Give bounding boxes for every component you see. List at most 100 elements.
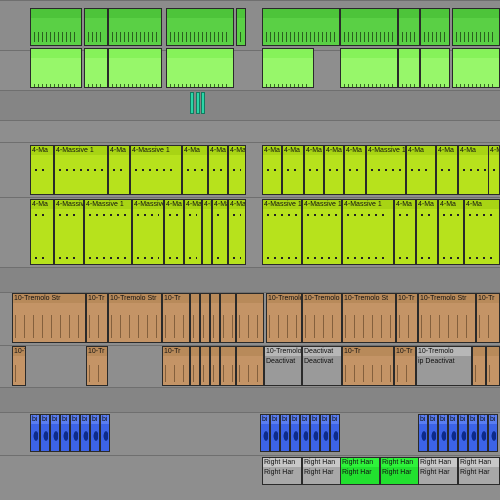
massive-clip[interactable]: 4-Ma: [324, 145, 344, 195]
drum-clip[interactable]: bi: [448, 414, 458, 452]
synth-clip[interactable]: [108, 48, 162, 88]
massive-clip[interactable]: 4-Ma: [416, 199, 438, 265]
tremolo-clip[interactable]: 10-Tremolo Str: [12, 293, 86, 343]
tremolo-clip[interactable]: 10-Tr: [86, 346, 108, 386]
drum-clip[interactable]: bi: [40, 414, 50, 452]
right-hand-clip[interactable]: Right Han Right Har: [380, 457, 420, 485]
synth-clip[interactable]: [398, 48, 420, 88]
teal-clip[interactable]: [201, 92, 205, 114]
tremolo-clip[interactable]: 10-Tr: [476, 293, 500, 343]
drum-clip[interactable]: bi: [300, 414, 310, 452]
synth-clip[interactable]: [452, 48, 500, 88]
massive-clip[interactable]: 4-Ma: [282, 145, 304, 195]
massive-clip[interactable]: 4-Massive 1: [54, 199, 84, 265]
tremolo-clip[interactable]: [236, 346, 264, 386]
tremolo-clip[interactable]: 10-Tremolo: [302, 293, 342, 343]
drum-clip[interactable]: bi: [260, 414, 270, 452]
drum-clip[interactable]: bi: [80, 414, 90, 452]
drum-clip[interactable]: bi: [100, 414, 110, 452]
synth-clip[interactable]: [84, 8, 108, 46]
right-hand-clip[interactable]: Right Han Right Har: [302, 457, 342, 485]
tremolo-clip[interactable]: 10-Tr: [12, 346, 26, 386]
synth-clip[interactable]: [340, 8, 398, 46]
massive-clip[interactable]: 4-Ma: [202, 199, 212, 265]
synth-clip[interactable]: [262, 48, 314, 88]
massive-clip[interactable]: 4-Ma: [184, 199, 202, 265]
massive-clip[interactable]: 4-Massive 1: [262, 199, 302, 265]
synth-clip[interactable]: [452, 8, 500, 46]
deactivated-clip[interactable]: 10-Tremolo ip Deactivat: [416, 346, 472, 386]
drum-clip[interactable]: bi: [90, 414, 100, 452]
drum-clip[interactable]: bi: [280, 414, 290, 452]
right-hand-clip[interactable]: Right Han Right Har: [458, 457, 500, 485]
massive-clip[interactable]: 4-Ma: [406, 145, 436, 195]
synth-clip[interactable]: [236, 8, 246, 46]
drum-clip[interactable]: bi: [310, 414, 320, 452]
massive-clip[interactable]: 4-Massive 1: [302, 199, 342, 265]
tremolo-clip[interactable]: 10-Tremolo: [266, 293, 302, 343]
drum-clip[interactable]: bi: [70, 414, 80, 452]
massive-clip[interactable]: 4-Ma: [164, 199, 184, 265]
massive-clip[interactable]: 4-Ma: [344, 145, 366, 195]
tremolo-clip[interactable]: [210, 346, 220, 386]
massive-clip[interactable]: 4-Massive 1: [84, 199, 132, 265]
massive-clip[interactable]: 4-Massive 1: [54, 145, 108, 195]
drum-clip[interactable]: bi: [60, 414, 70, 452]
tremolo-clip[interactable]: 10-Tremolo Str: [108, 293, 162, 343]
drum-clip[interactable]: bi: [30, 414, 40, 452]
drum-clip[interactable]: bi: [468, 414, 478, 452]
synth-clip[interactable]: [420, 8, 450, 46]
deactivated-clip[interactable]: 10-Tremolo Deactivat: [264, 346, 302, 386]
tremolo-clip[interactable]: [190, 293, 200, 343]
massive-clip[interactable]: 4-Ma: [458, 145, 492, 195]
synth-clip[interactable]: [30, 48, 82, 88]
tremolo-clip[interactable]: 10-Tr: [394, 346, 416, 386]
drum-clip[interactable]: bi: [418, 414, 428, 452]
massive-clip[interactable]: 4-Ma: [262, 145, 282, 195]
tremolo-clip[interactable]: [220, 293, 236, 343]
tremolo-clip[interactable]: [190, 346, 200, 386]
massive-clip[interactable]: 4-Ma: [464, 199, 500, 265]
tremolo-clip[interactable]: [200, 293, 210, 343]
massive-clip[interactable]: 4-Ma: [394, 199, 416, 265]
massive-clip[interactable]: 4-Massive 1: [366, 145, 406, 195]
massive-clip[interactable]: 4-Ma: [108, 145, 130, 195]
massive-clip[interactable]: 4-Ma: [30, 145, 54, 195]
synth-clip[interactable]: [166, 8, 234, 46]
massive-clip[interactable]: 4-Ma: [228, 199, 246, 265]
tremolo-clip[interactable]: [210, 293, 220, 343]
massive-clip[interactable]: 4-Ma: [488, 145, 500, 195]
massive-clip[interactable]: 4-Ma: [438, 199, 464, 265]
synth-clip[interactable]: [84, 48, 108, 88]
drum-clip[interactable]: bi: [270, 414, 280, 452]
massive-clip[interactable]: 4-Ma: [436, 145, 458, 195]
drum-clip[interactable]: bi: [50, 414, 60, 452]
synth-clip[interactable]: [420, 48, 450, 88]
deactivated-clip[interactable]: Deactivat Deactivat: [302, 346, 342, 386]
teal-clip[interactable]: [190, 92, 194, 114]
drum-clip[interactable]: bi: [458, 414, 468, 452]
drum-clip[interactable]: bi: [290, 414, 300, 452]
drum-clip[interactable]: bi: [488, 414, 498, 452]
synth-clip[interactable]: [30, 8, 82, 46]
tremolo-clip[interactable]: [220, 346, 236, 386]
tremolo-clip[interactable]: 10-Tr: [162, 346, 190, 386]
massive-clip[interactable]: 4-Ma: [30, 199, 54, 265]
right-hand-clip[interactable]: Right Han Right Har: [418, 457, 458, 485]
drum-clip[interactable]: bi: [330, 414, 340, 452]
tremolo-clip[interactable]: 10-Tr: [162, 293, 190, 343]
drum-clip[interactable]: bi: [428, 414, 438, 452]
massive-clip[interactable]: 4-Ma: [228, 145, 246, 195]
tremolo-clip[interactable]: [236, 293, 264, 343]
tremolo-clip[interactable]: [472, 346, 486, 386]
teal-clip[interactable]: [196, 92, 200, 114]
massive-clip[interactable]: 4-Ma: [212, 199, 228, 265]
right-hand-clip[interactable]: Right Han Right Har: [262, 457, 302, 485]
massive-clip[interactable]: 4-Massive 1: [130, 145, 182, 195]
synth-clip[interactable]: [108, 8, 162, 46]
synth-clip[interactable]: [262, 8, 340, 46]
tremolo-clip[interactable]: [200, 346, 210, 386]
tremolo-clip[interactable]: 10-Tr: [86, 293, 108, 343]
synth-clip[interactable]: [166, 48, 234, 88]
massive-clip[interactable]: 4-Ma: [304, 145, 324, 195]
